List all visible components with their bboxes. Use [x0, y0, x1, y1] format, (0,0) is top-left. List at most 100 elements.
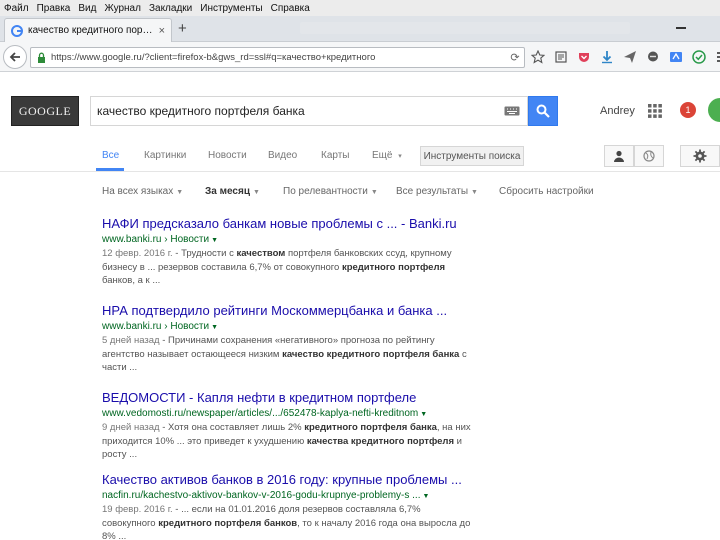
search-icon	[536, 104, 550, 118]
menu-help[interactable]: Справка	[271, 3, 310, 14]
chevron-down-icon[interactable]: ▼	[211, 324, 218, 331]
search-button[interactable]	[528, 96, 558, 126]
snippet-text: бизнесу в ... резервов составила 6,7% от…	[102, 261, 342, 273]
google-logo[interactable]: GOOGLE	[11, 96, 79, 126]
tab-video[interactable]: Видео	[268, 150, 297, 161]
avatar[interactable]	[708, 98, 720, 122]
tab-news[interactable]: Новости	[208, 150, 247, 161]
gear-icon	[693, 149, 707, 163]
result-title-link[interactable]: НАФИ предсказало банкам новые проблемы с…	[102, 216, 502, 232]
search-tools-button[interactable]: Инструменты поиска	[420, 146, 524, 166]
snippet-text: - ... если на 01.01.2016 доля резервов с…	[172, 504, 421, 515]
google-favicon-icon	[11, 24, 23, 37]
snippet-text: - Причинами сохранения «негативного» про…	[159, 335, 435, 346]
notifications-badge[interactable]: 1	[680, 102, 696, 118]
search-query: качество кредитного портфеля банка	[97, 104, 305, 118]
tab-images[interactable]: Картинки	[144, 150, 186, 161]
tab-close-icon[interactable]: ×	[159, 25, 165, 37]
result-url: www.vedomosti.ru/newspaper/articles/.../…	[102, 407, 502, 421]
apps-grid-icon[interactable]	[648, 104, 662, 118]
search-result: Качество активов банков в 2016 году: кру…	[102, 472, 502, 540]
menu-bookmarks[interactable]: Закладки	[149, 3, 192, 14]
result-url-text: nacfin.ru/kachestvo-aktivov-bankov-v-201…	[102, 490, 421, 501]
menu-history[interactable]: Журнал	[104, 3, 141, 14]
google-header: GOOGLE качество кредитного портфеля банк…	[0, 72, 720, 140]
tab-title: качество кредитного пор…	[28, 25, 153, 36]
reading-list-icon[interactable]	[553, 49, 569, 65]
filter-language[interactable]: На всех языках ▼	[102, 186, 183, 197]
back-button[interactable]	[3, 45, 27, 69]
translate-icon[interactable]	[668, 49, 684, 65]
chevron-down-icon: ▼	[176, 189, 184, 196]
bookmark-star-icon[interactable]	[530, 49, 546, 65]
result-date: 12 февр. 2016 г.	[102, 248, 173, 259]
snippet-highlight: качество кредитного портфеля банка	[282, 348, 460, 360]
snippet-text: приходится 10% ... это приведет к ухудше…	[102, 435, 307, 447]
snippet-text: с	[459, 348, 467, 360]
tab-all[interactable]: Все	[102, 150, 119, 161]
back-arrow-icon	[9, 52, 20, 62]
account-name[interactable]: Andrey	[600, 105, 635, 117]
global-results-button[interactable]	[634, 145, 664, 167]
result-date: 5 дней назад	[102, 335, 160, 346]
download-icon[interactable]	[599, 49, 615, 65]
filter-period-label: За месяц	[205, 186, 250, 197]
filter-language-label: На всех языках	[102, 186, 174, 197]
reset-filters-link[interactable]: Сбросить настройки	[499, 186, 594, 197]
menu-icon[interactable]	[714, 49, 720, 65]
result-snippet: 12 февр. 2016 г. - Трудности с качеством…	[102, 247, 502, 288]
search-filters: На всех языках ▼ За месяц ▼ По релевантнос…	[0, 180, 720, 200]
globe-icon	[643, 150, 655, 162]
menu-tools[interactable]: Инструменты	[200, 3, 262, 14]
new-tab-button[interactable]: +	[178, 20, 187, 37]
snippet-text: совокупного	[102, 517, 159, 529]
chat-icon[interactable]	[645, 49, 661, 65]
filter-sort[interactable]: По релевантности ▼	[283, 186, 378, 197]
menu-view[interactable]: Вид	[78, 3, 96, 14]
personal-results-button[interactable]	[604, 145, 634, 167]
settings-button[interactable]	[680, 145, 720, 167]
snippet-text: - Трудности с	[172, 248, 237, 259]
result-snippet: 9 дней назад - Хотя она составляет лишь …	[102, 421, 502, 462]
result-snippet: 19 февр. 2016 г. - ... если на 01.01.201…	[102, 503, 502, 540]
snippet-text: - Хотя она составляет лишь 2%	[159, 422, 305, 433]
reload-icon[interactable]: ⟳	[506, 51, 524, 64]
result-snippet: 5 дней назад - Причинами сохранения «нег…	[102, 334, 502, 375]
keyboard-icon[interactable]	[497, 100, 527, 122]
chevron-down-icon[interactable]: ▼	[422, 493, 429, 500]
extension-icon[interactable]	[691, 49, 707, 65]
result-title-link[interactable]: ВЕДОМОСТИ - Капля нефти в кредитном порт…	[102, 390, 502, 406]
address-bar[interactable]: https://www.google.ru/?client=firefox-b&…	[30, 47, 525, 68]
active-tab-indicator	[96, 168, 124, 171]
search-input[interactable]: качество кредитного портфеля банка	[90, 96, 528, 126]
result-url: www.banki.ru › Новости ▼	[102, 233, 502, 247]
snippet-text: портфеля банковских ссуд, крупному	[285, 248, 452, 259]
lock-icon	[38, 52, 45, 63]
result-date: 19 февр. 2016 г.	[102, 504, 173, 515]
tab-maps[interactable]: Карты	[321, 150, 350, 161]
snippet-highlight: качества кредитного портфеля	[306, 435, 454, 447]
snippet-highlight: кредитного портфеля банка	[304, 422, 437, 433]
tab-more[interactable]: Ещё ▾	[372, 150, 402, 161]
search-result: НРА подтвердило рейтинги Москоммерцбанка…	[102, 303, 502, 375]
chevron-down-icon: ▾	[398, 153, 402, 160]
result-url-text: www.banki.ru › Новости	[102, 321, 210, 332]
filter-period[interactable]: За месяц ▼	[205, 186, 260, 197]
browser-tab[interactable]: качество кредитного пор… ×	[4, 18, 172, 42]
menu-file[interactable]: Файл	[4, 3, 29, 14]
chevron-down-icon[interactable]: ▼	[211, 237, 218, 244]
menu-edit[interactable]: Правка	[37, 3, 71, 14]
tab-strip-blank	[300, 22, 630, 34]
chevron-down-icon: ▼	[252, 189, 260, 196]
send-icon[interactable]	[622, 49, 638, 65]
tab-strip: качество кредитного пор… × +	[0, 16, 720, 42]
toolbar-icons	[530, 49, 720, 65]
filter-results[interactable]: Все результаты ▼	[396, 186, 478, 197]
result-url: nacfin.ru/kachestvo-aktivov-bankov-v-201…	[102, 489, 502, 503]
chevron-down-icon[interactable]: ▼	[420, 411, 427, 418]
snippet-text: , то к началу 2016 года она выросла до	[297, 517, 471, 529]
result-title-link[interactable]: НРА подтвердило рейтинги Москоммерцбанка…	[102, 303, 502, 319]
minimize-icon[interactable]	[676, 27, 686, 29]
result-title-link[interactable]: Качество активов банков в 2016 году: кру…	[102, 472, 502, 488]
pocket-icon[interactable]	[576, 49, 592, 65]
